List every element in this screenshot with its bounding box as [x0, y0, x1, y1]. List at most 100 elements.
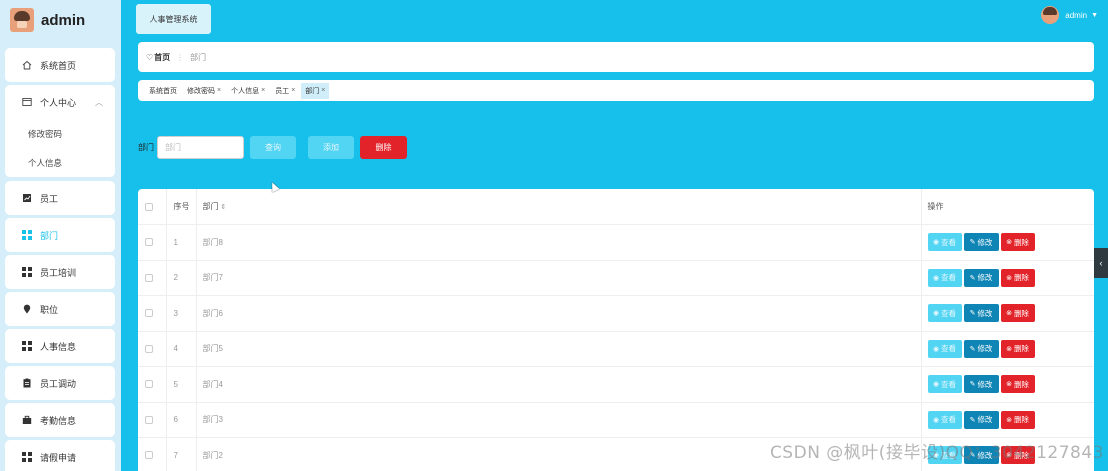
sidebar-item-attendance[interactable]: 考勤信息: [5, 403, 115, 437]
table-row: 2 部门7 ◉ 查看 ✎ 修改 ⊗ 删除: [138, 260, 1094, 296]
department-search-input[interactable]: [157, 136, 244, 159]
sort-icon[interactable]: ⇕: [221, 204, 227, 211]
edit-button[interactable]: ✎ 修改: [963, 233, 999, 252]
table-row: 1 部门8 ◉ 查看 ✎ 修改 ⊗ 删除: [138, 224, 1094, 261]
view-label: 查看: [941, 308, 957, 318]
sidebar-subitem-change-password[interactable]: 修改密码: [5, 119, 115, 148]
pencil-icon: ✎: [969, 416, 976, 424]
row-delete-button[interactable]: ⊗ 删除: [1000, 268, 1035, 287]
row-checkbox[interactable]: [145, 415, 153, 424]
row-department-name: 部门3: [196, 402, 922, 438]
edit-button[interactable]: ✎ 修改: [963, 339, 999, 358]
view-button[interactable]: ◉ 查看: [927, 410, 962, 429]
delete-label: 删除: [1013, 237, 1029, 247]
eye-icon: ◉: [932, 416, 940, 424]
view-label: 查看: [941, 415, 957, 425]
row-delete-button[interactable]: ⊗ 删除: [1000, 304, 1035, 323]
row-checkbox[interactable]: [145, 309, 153, 318]
add-button[interactable]: 添加: [308, 136, 354, 159]
view-button[interactable]: ◉ 查看: [927, 304, 962, 323]
row-department-name: 部门7: [196, 260, 922, 296]
row-actions: ◉ 查看 ✎ 修改 ⊗ 删除: [921, 366, 1094, 403]
row-actions: ◉ 查看 ✎ 修改 ⊗ 删除: [921, 295, 1094, 332]
sidebar-item-employee[interactable]: 员工: [5, 181, 115, 215]
tag-department[interactable]: 部门 ×: [301, 82, 330, 99]
sidebar-item-label: 员工培训: [40, 267, 77, 278]
view-button[interactable]: ◉ 查看: [927, 233, 962, 252]
tag-employee[interactable]: 员工 ×: [271, 83, 299, 99]
row-actions: ◉ 查看 ✎ 修改 ⊗ 删除: [921, 224, 1094, 261]
header-name-cell[interactable]: 部门 ⇕: [196, 189, 922, 225]
sidebar-item-training[interactable]: 员工培训: [5, 255, 115, 289]
header-operation: 操作: [921, 189, 1094, 225]
close-icon[interactable]: ×: [217, 87, 221, 94]
collapse-handle[interactable]: ‹: [1094, 248, 1108, 278]
edit-label: 修改: [977, 415, 993, 425]
delete-label: 删除: [1013, 379, 1029, 389]
sidebar-item-label: 系统首页: [40, 60, 77, 71]
view-button[interactable]: ◉ 查看: [927, 268, 962, 287]
user-menu[interactable]: admin ▼: [1041, 6, 1098, 24]
circle-x-icon: ⊗: [1006, 345, 1012, 353]
row-department-name: 部门5: [196, 331, 922, 367]
row-actions: ◉ 查看 ✎ 修改 ⊗ 删除: [921, 331, 1094, 367]
close-icon[interactable]: ×: [321, 87, 325, 94]
sidebar-item-position[interactable]: 职位: [5, 292, 115, 326]
pencil-icon: ✎: [969, 345, 976, 353]
tag-home[interactable]: 系统首页: [145, 83, 181, 99]
table-row: 4 部门5 ◉ 查看 ✎ 修改 ⊗ 删除: [138, 331, 1094, 367]
circle-x-icon: ⊗: [1006, 416, 1012, 424]
row-checkbox[interactable]: [145, 451, 153, 460]
edit-button[interactable]: ✎ 修改: [963, 304, 999, 323]
sidebar-group-personal: 个人中心 ︿ 修改密码 个人信息: [5, 85, 115, 177]
row-checkbox[interactable]: [145, 273, 153, 282]
sidebar-subitem-personal-info[interactable]: 个人信息: [5, 148, 115, 177]
breadcrumb: ♡ 首页 ⋮ 部门: [138, 42, 1094, 72]
sidebar-item-leave[interactable]: 请假申请: [5, 440, 115, 471]
row-checkbox[interactable]: [145, 380, 153, 389]
search-button[interactable]: 查询: [250, 136, 296, 159]
sidebar-item-personal-center[interactable]: 个人中心 ︿: [5, 85, 115, 119]
sidebar-item-label: 人事信息: [40, 341, 77, 352]
sidebar-item-home[interactable]: 系统首页: [5, 48, 115, 82]
sidebar-item-label: 员工调动: [40, 378, 77, 389]
close-icon[interactable]: ×: [291, 87, 295, 94]
row-delete-button[interactable]: ⊗ 删除: [1000, 233, 1035, 252]
row-delete-button[interactable]: ⊗ 删除: [1000, 375, 1035, 394]
search-label: 部门: [138, 143, 154, 152]
view-button[interactable]: ◉ 查看: [927, 375, 962, 394]
briefcase-icon: [22, 415, 32, 425]
pencil-icon: ✎: [969, 310, 976, 318]
sidebar-item-hr-info[interactable]: 人事信息: [5, 329, 115, 363]
edit-button[interactable]: ✎ 修改: [963, 268, 999, 287]
close-icon[interactable]: ×: [261, 87, 265, 94]
row-department-name: 部门4: [196, 366, 922, 403]
sidebar-item-department[interactable]: 部门: [5, 218, 115, 252]
table-row: 5 部门4 ◉ 查看 ✎ 修改 ⊗ 删除: [138, 366, 1094, 403]
sidebar-item-transfer[interactable]: 员工调动: [5, 366, 115, 400]
row-index: 2: [166, 260, 197, 296]
row-delete-button[interactable]: ⊗ 删除: [1000, 339, 1035, 358]
row-index: 5: [166, 366, 197, 403]
breadcrumb-home[interactable]: 首页: [154, 52, 170, 63]
pencil-icon: ✎: [969, 274, 976, 282]
tag-personal-info[interactable]: 个人信息 ×: [227, 83, 269, 99]
delete-button[interactable]: 删除: [360, 136, 407, 159]
edit-button[interactable]: ✎ 修改: [963, 410, 999, 429]
tag-change-password[interactable]: 修改密码 ×: [183, 83, 225, 99]
edit-label: 修改: [977, 379, 993, 389]
pencil-icon: ✎: [969, 381, 976, 389]
delete-label: 删除: [1013, 308, 1029, 318]
chevron-up-icon: ︿: [95, 97, 103, 107]
circle-x-icon: ⊗: [1006, 381, 1012, 389]
view-button[interactable]: ◉ 查看: [927, 339, 962, 358]
edit-button[interactable]: ✎ 修改: [963, 375, 999, 394]
select-all-checkbox[interactable]: [145, 202, 153, 211]
row-checkbox[interactable]: [145, 344, 153, 353]
row-index: 1: [166, 224, 197, 261]
breadcrumb-current: 部门: [190, 52, 207, 62]
heart-icon: ♡: [146, 52, 154, 62]
row-delete-button[interactable]: ⊗ 删除: [1000, 410, 1035, 429]
row-checkbox[interactable]: [145, 238, 153, 247]
row-index: 4: [166, 331, 197, 367]
